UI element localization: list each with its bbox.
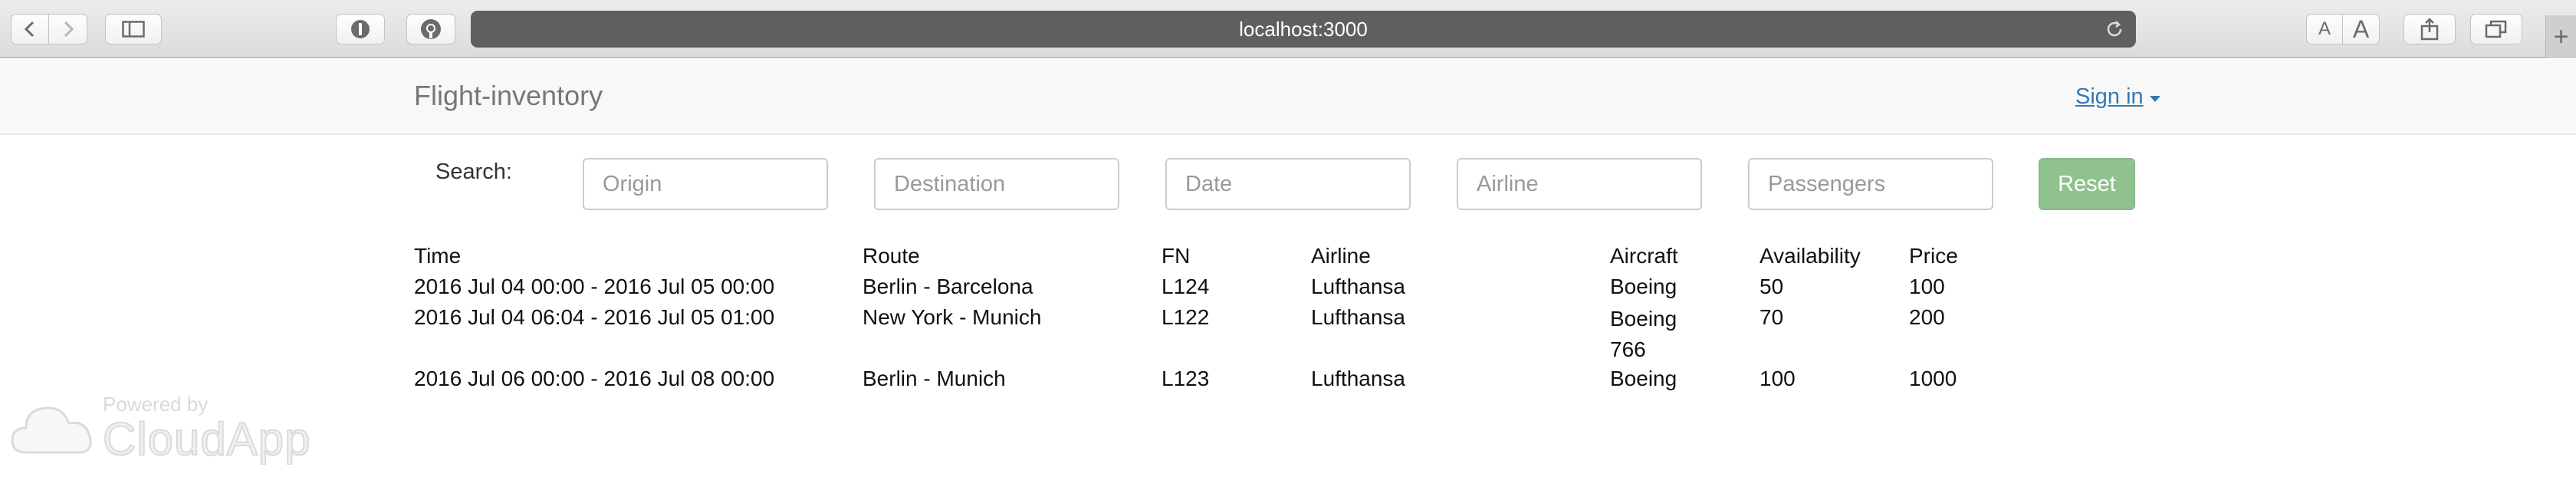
header-time: Time xyxy=(414,244,462,268)
cloud-icon xyxy=(11,406,92,454)
cell-price: 200 xyxy=(1909,305,1945,329)
cell-availability: 70 xyxy=(1760,305,1784,329)
sidebar-button[interactable] xyxy=(105,14,162,44)
cell-time: 2016 Jul 04 06:04 - 2016 Jul 05 01:00 xyxy=(414,305,775,329)
browser-toolbar: localhost:3000 A A + xyxy=(0,0,2576,58)
decrease-font-button[interactable]: A xyxy=(2306,14,2343,44)
reset-button[interactable]: Reset xyxy=(2039,158,2135,210)
cell-fn: L123 xyxy=(1162,367,1210,390)
share-button[interactable] xyxy=(2404,14,2456,44)
brand-title[interactable]: Flight-inventory xyxy=(414,80,603,112)
chevron-right-icon xyxy=(64,21,74,38)
reload-icon[interactable] xyxy=(2104,18,2125,40)
destination-input[interactable] xyxy=(874,158,1119,210)
app-navbar: Flight-inventory Sign in xyxy=(0,60,2576,135)
signin-label: Sign in xyxy=(2075,84,2144,109)
header-price: Price xyxy=(1909,244,1958,268)
cell-airline: Lufthansa xyxy=(1311,367,1405,390)
url-text: localhost:3000 xyxy=(1239,17,1368,41)
new-tab-button[interactable]: + xyxy=(2545,15,2576,58)
cell-time: 2016 Jul 04 00:00 - 2016 Jul 05 00:00 xyxy=(414,275,775,298)
watermark-brand: CloudApp xyxy=(102,413,311,465)
cell-airline: Lufthansa xyxy=(1311,275,1405,298)
cell-availability: 50 xyxy=(1760,275,1784,298)
cell-price: 100 xyxy=(1909,275,1945,298)
passengers-input[interactable] xyxy=(1748,158,1993,210)
history-nav xyxy=(11,14,87,44)
cell-route: Berlin - Munich xyxy=(863,367,1006,390)
font-size-controls: A A xyxy=(2306,14,2380,44)
airline-input[interactable] xyxy=(1457,158,1702,210)
forward-button[interactable] xyxy=(49,14,87,44)
cell-route: New York - Munich xyxy=(863,305,1042,329)
tabs-overview-button[interactable] xyxy=(2470,14,2522,44)
cell-airline: Lufthansa xyxy=(1311,305,1405,329)
address-bar[interactable]: localhost:3000 xyxy=(471,11,2136,48)
share-icon xyxy=(2420,18,2439,41)
cloudapp-watermark: Powered by CloudApp xyxy=(9,390,331,466)
increase-font-button[interactable]: A xyxy=(2343,14,2380,44)
back-button[interactable] xyxy=(11,14,49,44)
header-route: Route xyxy=(863,244,920,268)
cell-availability: 100 xyxy=(1760,367,1796,390)
header-airline: Airline xyxy=(1311,244,1371,268)
cell-time: 2016 Jul 06 00:00 - 2016 Jul 08 00:00 xyxy=(414,367,775,390)
privacy-extension-button[interactable] xyxy=(336,14,385,44)
cell-route: Berlin - Barcelona xyxy=(863,275,1033,298)
header-fn: FN xyxy=(1162,244,1191,268)
caret-down-icon xyxy=(2149,95,2160,102)
search-label: Search: xyxy=(435,160,512,184)
cell-aircraft: Boeing xyxy=(1610,367,1677,390)
cell-aircraft: Boeing xyxy=(1610,275,1677,298)
origin-input[interactable] xyxy=(583,158,828,210)
chevron-left-icon xyxy=(24,21,34,38)
cell-fn: L124 xyxy=(1162,275,1210,298)
github-icon xyxy=(421,19,441,39)
header-availability: Availability xyxy=(1760,244,1861,268)
tabs-icon xyxy=(2485,20,2507,38)
sidebar-icon xyxy=(122,21,145,38)
header-aircraft: Aircraft xyxy=(1610,244,1678,268)
onepassword-icon xyxy=(351,20,370,38)
cell-fn: L122 xyxy=(1162,305,1210,329)
signin-dropdown[interactable]: Sign in xyxy=(2075,84,2160,110)
cell-aircraft: Boeing 766 xyxy=(1610,307,1677,361)
github-extension-button[interactable] xyxy=(406,14,455,44)
cell-price: 1000 xyxy=(1909,367,1957,390)
date-input[interactable] xyxy=(1165,158,1411,210)
